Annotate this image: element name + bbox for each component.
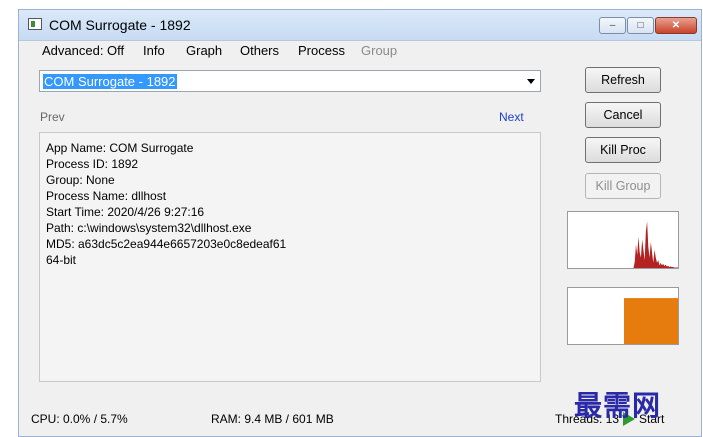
menu-group: Group bbox=[361, 43, 398, 58]
kill-group-button: Kill Group bbox=[585, 173, 661, 199]
maximize-button[interactable]: □ bbox=[627, 17, 654, 34]
info-process-name: Process Name: dllhost bbox=[46, 189, 167, 203]
info-group: Group: None bbox=[46, 173, 115, 187]
cancel-button[interactable]: Cancel bbox=[585, 102, 661, 128]
title-bar[interactable]: COM Surrogate - 1892 – □ ✕ bbox=[19, 10, 701, 41]
info-start-time: Start Time: 2020/4/26 9:27:16 bbox=[46, 205, 205, 219]
ram-graph bbox=[567, 287, 679, 345]
info-process-id: Process ID: 1892 bbox=[46, 157, 139, 171]
info-app-name: App Name: COM Surrogate bbox=[46, 141, 194, 155]
cpu-graph bbox=[567, 211, 679, 269]
app-window: COM Surrogate - 1892 – □ ✕ Advanced: Off… bbox=[18, 9, 702, 437]
menu-graph[interactable]: Graph bbox=[186, 43, 222, 58]
next-link[interactable]: Next bbox=[499, 110, 524, 124]
process-info-panel: App Name: COM Surrogate Process ID: 1892… bbox=[39, 132, 541, 382]
minimize-button[interactable]: – bbox=[599, 17, 626, 34]
menu-process[interactable]: Process bbox=[298, 43, 345, 58]
watermark-logo: 最需网 bbox=[574, 389, 662, 422]
info-path: Path: c:\windows\system32\dllhost.exe bbox=[46, 221, 252, 235]
chevron-down-icon[interactable] bbox=[527, 79, 535, 84]
menu-others[interactable]: Others bbox=[240, 43, 279, 58]
kill-proc-button[interactable]: Kill Proc bbox=[585, 137, 661, 163]
menu-info[interactable]: Info bbox=[143, 43, 165, 58]
window-title: COM Surrogate - 1892 bbox=[49, 17, 191, 33]
ram-graph-canvas bbox=[624, 298, 678, 344]
menu-advanced[interactable]: Advanced: Off bbox=[42, 43, 124, 58]
cpu-graph-canvas bbox=[568, 221, 678, 268]
process-dropdown-value: COM Surrogate - 1892 bbox=[43, 74, 177, 89]
cpu-usage-area bbox=[568, 221, 678, 268]
close-button[interactable]: ✕ bbox=[655, 17, 697, 34]
menu-bar: Advanced: Off Info Graph Others Process … bbox=[19, 40, 701, 62]
info-md5: MD5: a63dc5c2ea944e6657203e0c8edeaf61 bbox=[46, 237, 287, 251]
app-icon bbox=[28, 18, 42, 30]
process-dropdown[interactable]: COM Surrogate - 1892 bbox=[39, 70, 541, 92]
prev-link[interactable]: Prev bbox=[40, 110, 65, 124]
ram-usage-area bbox=[624, 298, 678, 344]
ram-status: RAM: 9.4 MB / 601 MB bbox=[211, 412, 334, 426]
cpu-status: CPU: 0.0% / 5.7% bbox=[31, 412, 128, 426]
info-architecture: 64-bit bbox=[46, 253, 77, 267]
refresh-button[interactable]: Refresh bbox=[585, 67, 661, 93]
